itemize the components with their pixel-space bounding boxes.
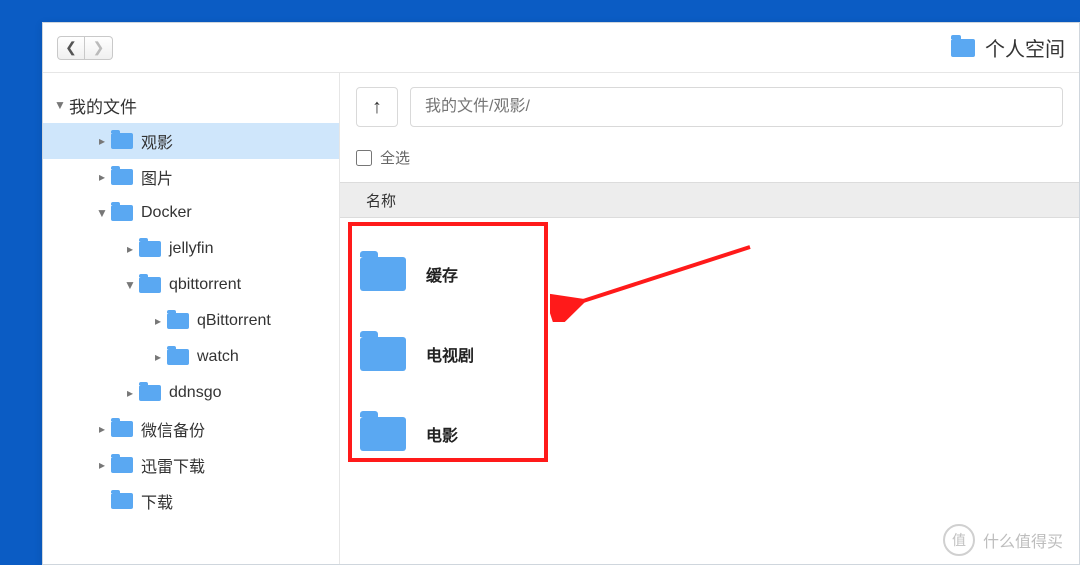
caret-right-icon: ▸ <box>123 242 137 256</box>
folder-row[interactable]: 缓存 <box>360 234 1059 314</box>
topbar: ❮ ❯ 个人空间 <box>43 23 1079 73</box>
caret-right-icon: ▸ <box>95 422 109 436</box>
folder-icon <box>167 313 189 329</box>
tree-item-微信备份[interactable]: ▸ 微信备份 <box>43 411 339 447</box>
folder-icon <box>139 277 161 293</box>
select-all-checkbox[interactable] <box>356 150 372 166</box>
folder-icon <box>111 169 133 185</box>
tree-item-label: 观影 <box>141 129 173 153</box>
caret-down-icon: ▼ <box>53 98 67 112</box>
select-all-row: 全选 <box>340 141 1079 182</box>
column-name-label: 名称 <box>366 190 396 211</box>
tree-item-label: 微信备份 <box>141 417 205 441</box>
tree-item-qbittorrent[interactable]: ▸ qBittorrent <box>43 303 339 339</box>
folder-row[interactable]: 电影 <box>360 394 1059 474</box>
file-list: 缓存电视剧电影 <box>340 218 1079 490</box>
chevron-right-icon: ❯ <box>93 39 105 56</box>
watermark-text: 什么值得买 <box>983 528 1063 552</box>
file-manager-window: ❮ ❯ 个人空间 ▼ 我的文件 ▸ 观影 ▸ 图片 ▼ Docker ▸ jellyfin ▼ q… <box>42 22 1080 565</box>
folder-icon <box>360 257 406 291</box>
folder-icon <box>951 39 975 57</box>
tree-item-label: 下载 <box>141 489 173 513</box>
tree-item-label: ddnsgo <box>169 384 222 402</box>
folder-name: 缓存 <box>426 262 458 286</box>
arrow-up-icon: ↑ <box>372 96 382 119</box>
folder-name: 电影 <box>426 422 458 446</box>
nav-back-button[interactable]: ❮ <box>57 36 85 60</box>
tree-root[interactable]: ▼ 我的文件 <box>43 87 339 123</box>
tree-root-label: 我的文件 <box>69 93 137 118</box>
tree-item-label: Docker <box>141 204 192 222</box>
tree-item-迅雷下载[interactable]: ▸ 迅雷下载 <box>43 447 339 483</box>
watermark: 值 什么值得买 <box>943 524 1063 556</box>
tree-item-ddnsgo[interactable]: ▸ ddnsgo <box>43 375 339 411</box>
folder-icon <box>111 493 133 509</box>
folder-icon <box>111 205 133 221</box>
tree-item-qbittorrent[interactable]: ▼ qbittorrent <box>43 267 339 303</box>
tree-item-label: qbittorrent <box>169 276 241 294</box>
caret-down-icon: ▼ <box>95 206 109 220</box>
caret-right-icon: ▸ <box>151 314 165 328</box>
folder-icon <box>360 417 406 451</box>
tree-item-docker[interactable]: ▼ Docker <box>43 195 339 231</box>
tree: ▸ 观影 ▸ 图片 ▼ Docker ▸ jellyfin ▼ qbittorrent ▸ qBitt… <box>43 123 339 519</box>
sidebar: ▼ 我的文件 ▸ 观影 ▸ 图片 ▼ Docker ▸ jellyfin ▼ qbittorren… <box>43 73 340 564</box>
caret-down-icon: ▼ <box>123 278 137 292</box>
caret-right-icon: ▸ <box>95 458 109 472</box>
path-input[interactable] <box>410 87 1063 127</box>
tree-item-watch[interactable]: ▸ watch <box>43 339 339 375</box>
watermark-badge: 值 <box>943 524 975 556</box>
tree-item-label: 图片 <box>141 165 173 189</box>
tree-item-观影[interactable]: ▸ 观影 <box>43 123 339 159</box>
folder-icon <box>111 133 133 149</box>
folder-icon <box>360 337 406 371</box>
tree-item-label: 迅雷下载 <box>141 453 205 477</box>
tree-item-jellyfin[interactable]: ▸ jellyfin <box>43 231 339 267</box>
tree-item-下载[interactable]: 下载 <box>43 483 339 519</box>
nav-buttons: ❮ ❯ <box>57 36 113 60</box>
tree-item-label: watch <box>197 348 239 366</box>
select-all-label: 全选 <box>380 147 410 168</box>
folder-icon <box>139 385 161 401</box>
path-row: ↑ <box>340 87 1079 141</box>
folder-icon <box>167 349 189 365</box>
tree-item-label: qBittorrent <box>197 312 271 330</box>
up-button[interactable]: ↑ <box>356 87 398 127</box>
folder-icon <box>139 241 161 257</box>
caret-right-icon: ▸ <box>123 386 137 400</box>
column-header[interactable]: 名称 <box>340 182 1079 218</box>
main-panel: ↑ 全选 名称 缓存电视剧电影 <box>340 73 1079 564</box>
nav-forward-button[interactable]: ❯ <box>85 36 113 60</box>
space-title: 个人空间 <box>951 33 1065 62</box>
folder-icon <box>111 457 133 473</box>
folder-row[interactable]: 电视剧 <box>360 314 1059 394</box>
chevron-left-icon: ❮ <box>65 39 77 56</box>
caret-right-icon: ▸ <box>95 170 109 184</box>
caret-right-icon: ▸ <box>151 350 165 364</box>
folder-name: 电视剧 <box>426 342 474 366</box>
caret-right-icon: ▸ <box>95 134 109 148</box>
space-title-label: 个人空间 <box>985 33 1065 62</box>
tree-item-label: jellyfin <box>169 240 213 258</box>
folder-icon <box>111 421 133 437</box>
tree-item-图片[interactable]: ▸ 图片 <box>43 159 339 195</box>
